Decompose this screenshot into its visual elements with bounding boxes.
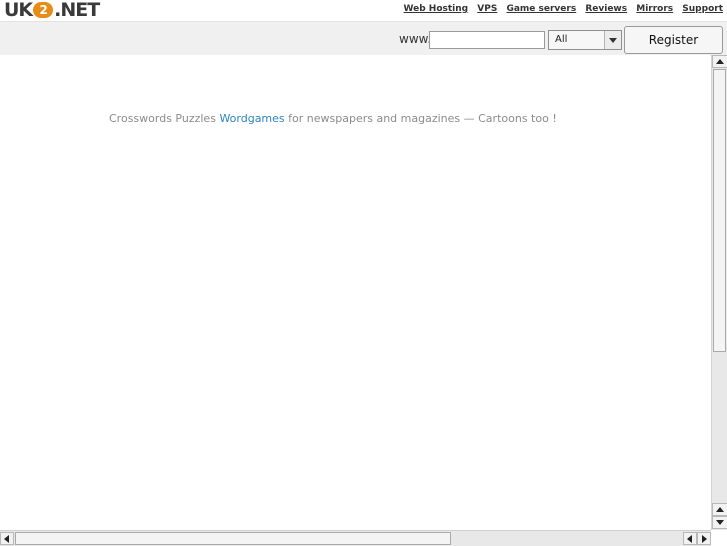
tagline: Crosswords Puzzles Wordgames for newspap… <box>109 112 557 125</box>
vertical-scrollbar[interactable] <box>711 55 727 530</box>
tld-select[interactable]: All <box>548 30 622 50</box>
domain-input[interactable] <box>429 31 545 49</box>
site-logo[interactable]: UK 2 .NET <box>4 0 100 21</box>
top-bar: UK 2 .NET Web Hosting VPS Game servers Rev… <box>0 0 727 21</box>
tagline-text-1: Crosswords Puzzles <box>109 112 220 125</box>
arrow-left-icon <box>687 535 692 543</box>
nav-link-vps[interactable]: VPS <box>477 4 497 14</box>
nav-link-reviews[interactable]: Reviews <box>585 4 627 14</box>
nav-link-game-servers[interactable]: Game servers <box>506 4 576 14</box>
scroll-left-button-right[interactable] <box>683 532 697 545</box>
logo-text-right: .NET <box>54 0 100 21</box>
main-content: Crosswords Puzzles Wordgames for newspap… <box>0 55 710 530</box>
top-nav: Web Hosting VPS Game servers Reviews Mir… <box>398 4 723 14</box>
scroll-up-button[interactable] <box>712 55 727 68</box>
scroll-right-button[interactable] <box>697 532 711 545</box>
nav-link-mirrors[interactable]: Mirrors <box>636 4 673 14</box>
arrow-right-icon <box>702 535 707 543</box>
scroll-up-button-lower[interactable] <box>712 503 727 516</box>
scroll-down-button[interactable] <box>712 516 727 529</box>
vertical-scroll-thumb[interactable] <box>713 69 726 352</box>
tagline-text-2: for newspapers and magazines — Cartoons … <box>284 112 557 125</box>
chevron-down-icon[interactable] <box>604 31 621 49</box>
arrow-down-icon <box>716 520 724 525</box>
horizontal-scrollbar[interactable] <box>0 530 711 546</box>
domain-search-bar: www. All Register Domain <box>0 21 727 73</box>
logo-badge: 2 <box>33 2 54 18</box>
arrow-left-icon <box>4 535 9 543</box>
nav-link-support[interactable]: Support <box>682 4 723 14</box>
horizontal-scroll-thumb[interactable] <box>15 532 451 545</box>
logo-text-left: UK <box>4 0 33 21</box>
nav-link-web-hosting[interactable]: Web Hosting <box>404 4 469 14</box>
arrow-up-icon <box>716 507 724 512</box>
arrow-up-icon <box>716 59 724 64</box>
www-label: www. <box>399 32 432 46</box>
scroll-left-button[interactable] <box>0 532 14 545</box>
wordgames-link[interactable]: Wordgames <box>219 112 284 125</box>
tld-selected-value: All <box>555 34 568 45</box>
register-domain-button[interactable]: Register Domain <box>624 26 723 73</box>
